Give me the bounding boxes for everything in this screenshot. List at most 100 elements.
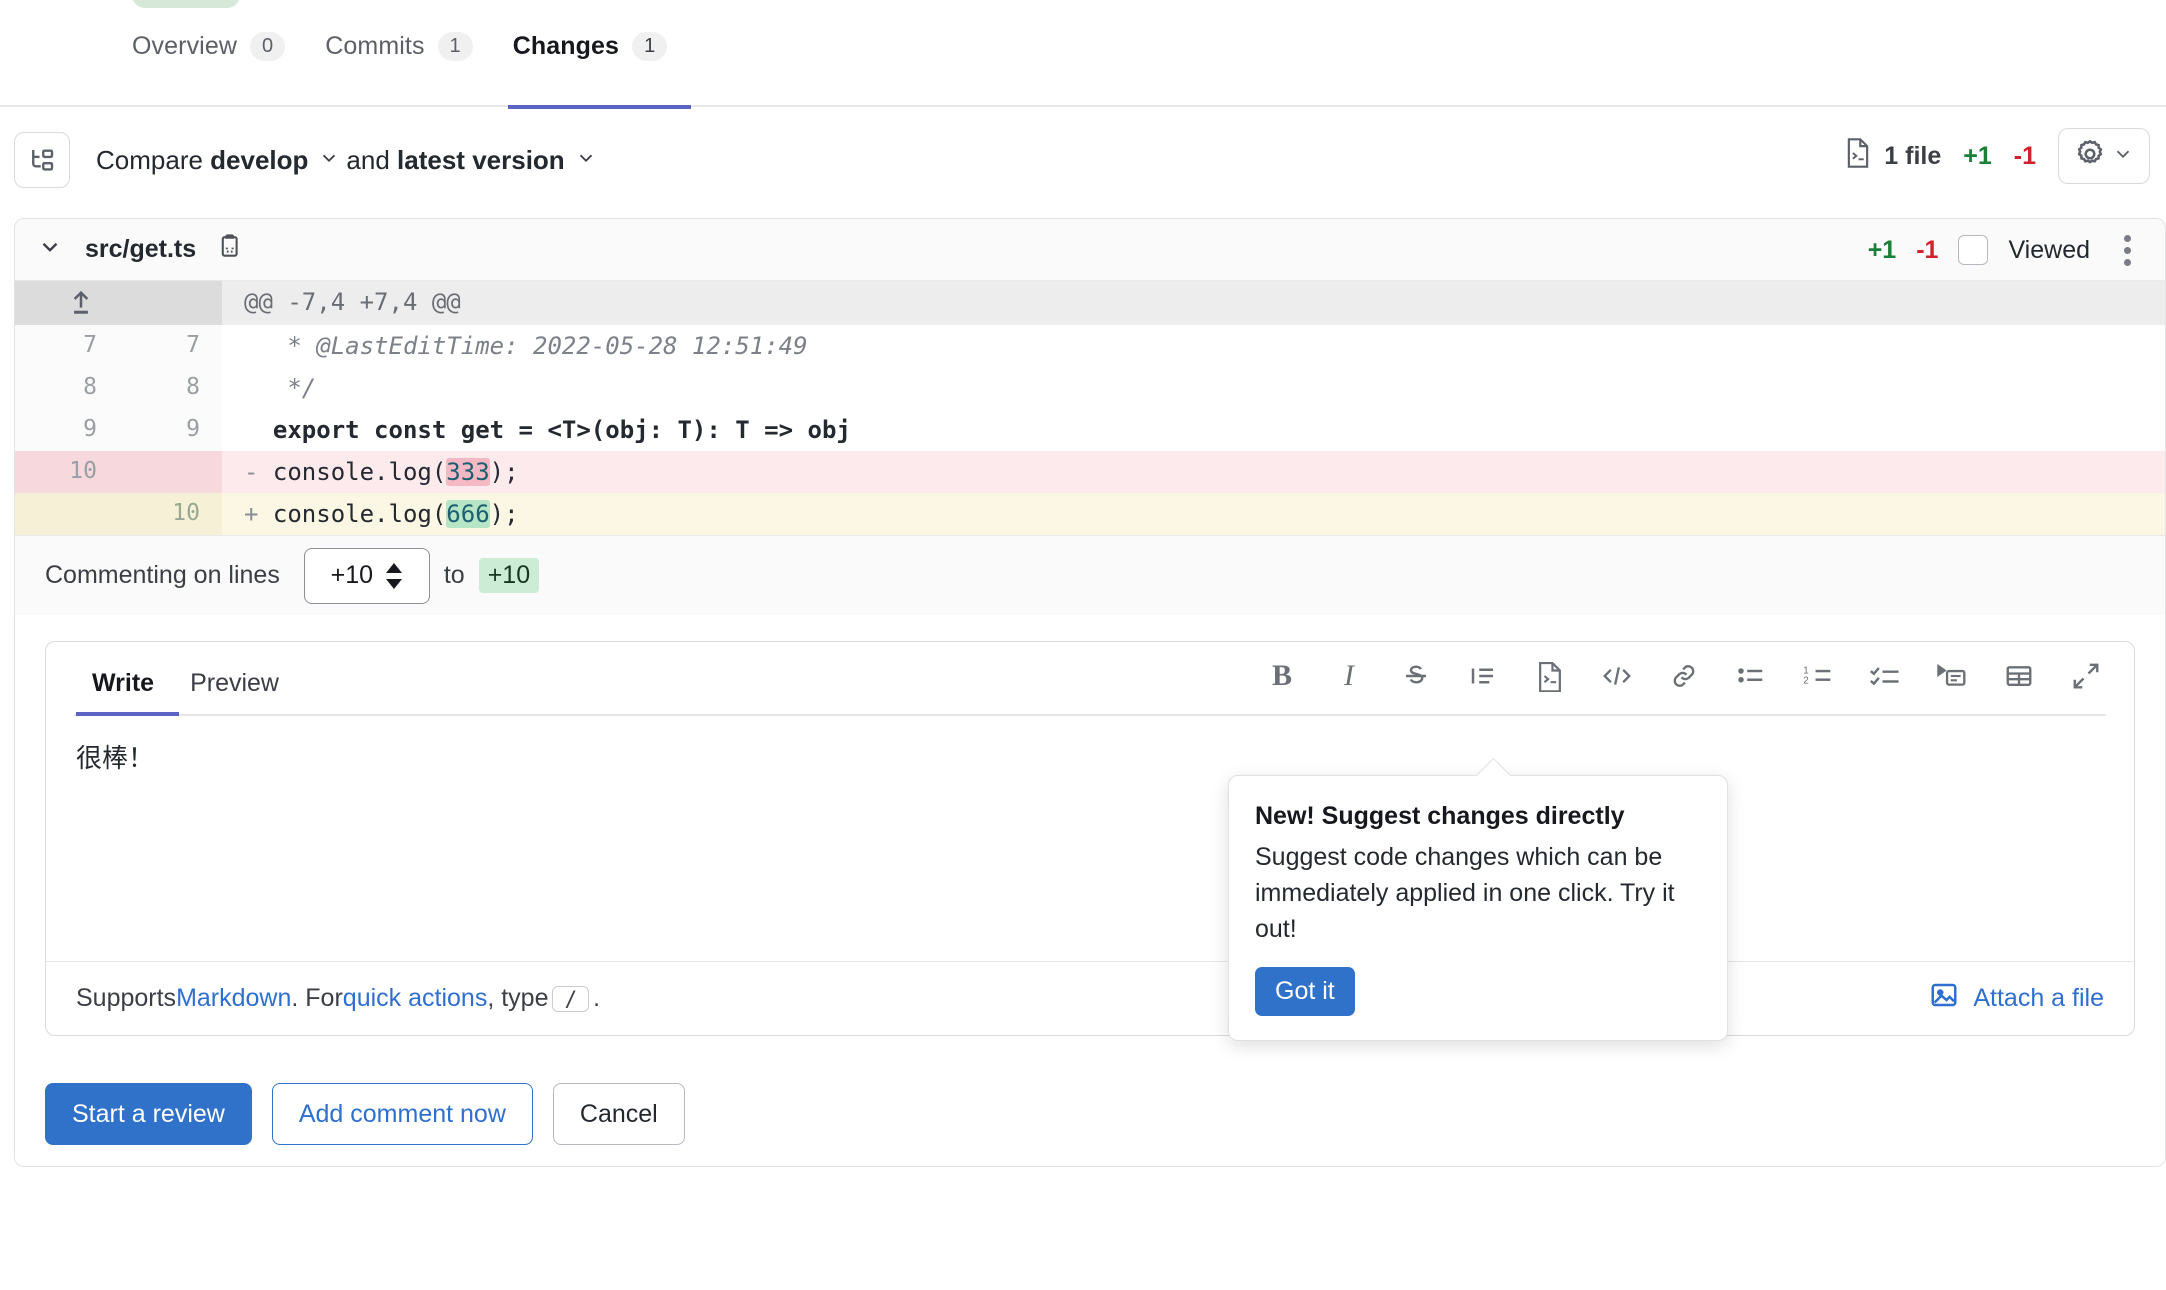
footer-type-text: , type xyxy=(487,984,549,1012)
got-it-button[interactable]: Got it xyxy=(1255,967,1355,1016)
code-text: */ xyxy=(272,374,317,402)
new-line-number: 9 xyxy=(119,409,222,451)
svg-text:2: 2 xyxy=(1803,675,1808,686)
task-list-icon[interactable] xyxy=(1867,658,1903,694)
diff-settings-button[interactable] xyxy=(2058,128,2150,184)
chevron-down-icon-base[interactable] xyxy=(318,145,340,176)
file-count-group: 1 file xyxy=(1844,137,1941,176)
copy-path-icon[interactable] xyxy=(218,232,246,267)
footer-middle: . For xyxy=(291,984,343,1012)
markdown-link[interactable]: Markdown xyxy=(176,984,291,1013)
bold-icon[interactable]: B xyxy=(1264,658,1300,694)
italic-icon[interactable]: I xyxy=(1331,658,1367,694)
old-line-number: 7 xyxy=(15,325,119,367)
active-tab-indicator xyxy=(508,105,691,109)
link-icon[interactable] xyxy=(1666,658,1702,694)
footer-suffix: . xyxy=(593,984,601,1012)
file-name[interactable]: src/get.ts xyxy=(85,235,196,264)
old-line-number: 9 xyxy=(15,409,119,451)
comment-textarea[interactable]: 很棒！ xyxy=(46,716,2134,961)
quote-icon[interactable] xyxy=(1465,658,1501,694)
file-icon xyxy=(1844,137,1872,176)
compare-base-branch[interactable]: develop xyxy=(210,145,308,176)
code-text: export const get = <T>(obj: T): T => obj xyxy=(272,416,851,444)
commenting-label: Commenting on lines xyxy=(45,561,280,589)
new-line-number: 8 xyxy=(119,367,222,409)
tab-preview[interactable]: Preview xyxy=(172,669,297,716)
start-a-review-button[interactable]: Start a review xyxy=(45,1083,252,1145)
line-range-from-value: +10 xyxy=(330,561,374,589)
compare-additions: +1 xyxy=(1963,141,1992,170)
strikethrough-icon[interactable] xyxy=(1398,658,1434,694)
bulleted-list-icon[interactable] xyxy=(1733,658,1769,694)
diff-code-line: * @LastEditTime: 2022-05-28 12:51:49 xyxy=(222,325,2165,367)
suggest-changes-icon[interactable] xyxy=(1532,658,1568,694)
diff-row-context-9: 9 9 export const get = <T>(obj: T): T =>… xyxy=(15,409,2165,451)
compare-head-version[interactable]: latest version xyxy=(397,145,565,176)
commenting-on-lines-bar: Commenting on lines +10 to +10 xyxy=(15,535,2165,615)
image-attach-icon xyxy=(1929,980,1959,1017)
collapse-chevron-icon[interactable] xyxy=(37,234,63,265)
line-range-to-value: +10 xyxy=(478,558,540,593)
kebab-menu-icon[interactable] xyxy=(2110,234,2145,266)
new-line-number xyxy=(119,451,222,493)
new-line-number: 10 xyxy=(119,493,222,535)
editor-tabs-rule xyxy=(74,714,2106,716)
fullscreen-icon[interactable] xyxy=(2068,658,2104,694)
comment-editor-wrap: Write Preview B I 1 2 很棒！ Supports Markd… xyxy=(15,615,2165,1036)
deletion-sign: - xyxy=(244,458,259,486)
viewed-label[interactable]: Viewed xyxy=(2008,236,2090,265)
markdown-toolbar: B I 1 2 xyxy=(1264,658,2104,694)
table-icon[interactable] xyxy=(2001,658,2037,694)
pr-tabs: Overview 0 Commits 1 Changes 1 xyxy=(132,32,668,89)
viewed-checkbox[interactable] xyxy=(1958,235,1989,265)
comment-actions: Start a review Add comment now Cancel xyxy=(15,1062,2165,1166)
cancel-button[interactable]: Cancel xyxy=(552,1083,685,1145)
popover-title: New! Suggest changes directly xyxy=(1255,802,1625,830)
compare-branches-icon xyxy=(14,132,70,188)
deletion-highlight: 333 xyxy=(446,458,490,486)
diff-row-deletion: 10 - console.log(333); xyxy=(15,451,2165,493)
commenting-to-label: to xyxy=(443,561,465,589)
tab-overview-label: Overview xyxy=(132,32,237,60)
tab-commits-label: Commits xyxy=(325,32,425,60)
stepper-arrows-icon xyxy=(385,562,403,589)
compare-label-group: Compare develop and latest version xyxy=(96,145,603,176)
tab-changes-label: Changes xyxy=(512,32,620,60)
diff-code-line: */ xyxy=(222,367,2165,409)
editor-footer: Supports Markdown . For quick actions , … xyxy=(46,961,2134,1035)
tab-commits[interactable]: Commits 1 xyxy=(325,32,473,89)
code-text: * @LastEditTime: 2022-05-28 12:51:49 xyxy=(272,332,808,360)
supports-prefix: Supports xyxy=(76,984,177,1012)
numbered-list-icon[interactable]: 1 2 xyxy=(1800,658,1836,694)
compare-conjunction: and xyxy=(346,144,390,175)
tab-write[interactable]: Write xyxy=(74,669,172,716)
code-icon[interactable] xyxy=(1599,658,1635,694)
addition-sign: + xyxy=(244,500,259,528)
new-line-number: 7 xyxy=(119,325,222,367)
file-deletions: -1 xyxy=(1916,235,1939,264)
add-comment-now-button[interactable]: Add comment now xyxy=(271,1083,533,1145)
pull-request-changes-page: Overview 0 Commits 1 Changes 1 Compare d… xyxy=(0,0,2166,1290)
line-range-stepper[interactable]: +10 xyxy=(303,547,430,604)
mention-icon[interactable] xyxy=(1934,658,1970,694)
old-line-number xyxy=(15,493,119,535)
file-header-right: +1 -1 Viewed xyxy=(1868,219,2145,281)
editor-bottom-spacer xyxy=(15,1036,2165,1062)
comment-editor: Write Preview B I 1 2 很棒！ Supports Markd… xyxy=(45,641,2135,1036)
attach-a-file-label: Attach a file xyxy=(1973,984,2104,1012)
expand-up-icon[interactable] xyxy=(15,281,119,325)
file-diff-card: src/get.ts +1 -1 Viewed @@ -7,4 +7,4 @@ … xyxy=(14,218,2166,1167)
quick-actions-link[interactable]: quick actions xyxy=(343,984,488,1013)
file-additions: +1 xyxy=(1867,235,1897,264)
tab-changes[interactable]: Changes 1 xyxy=(513,32,668,89)
editor-active-tab-indicator xyxy=(76,712,179,716)
attach-a-file-button[interactable]: Attach a file xyxy=(1929,980,2104,1017)
chevron-down-icon-head[interactable] xyxy=(575,145,597,176)
tab-overview[interactable]: Overview 0 xyxy=(132,32,286,89)
diff-code-line: export const get = <T>(obj: T): T => obj xyxy=(222,409,2165,451)
compare-bar: Compare develop and latest version 1 fil… xyxy=(0,110,2166,210)
editor-tabs: Write Preview B I 1 2 xyxy=(46,642,2134,716)
file-header: src/get.ts +1 -1 Viewed xyxy=(15,219,2165,281)
addition-highlight: 666 xyxy=(446,500,490,528)
